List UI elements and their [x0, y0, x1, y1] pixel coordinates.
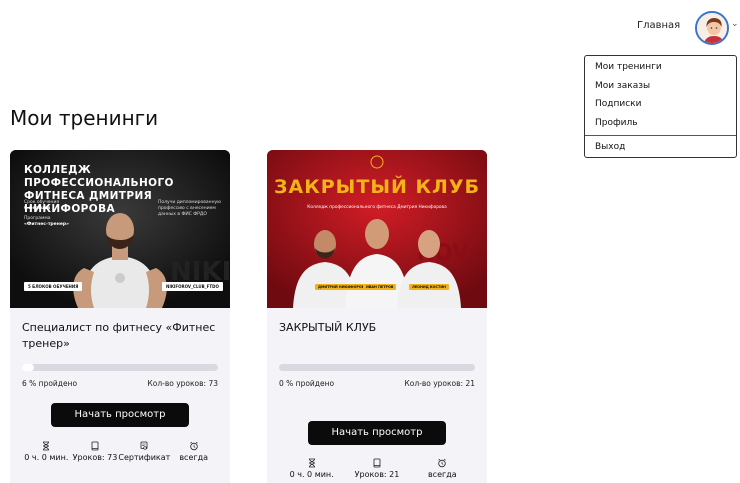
lessons-count: Кол-во уроков: 21 — [404, 379, 475, 388]
cover-tag: ЛЕОНИД КОСТИН — [409, 284, 450, 290]
course-stats: 0 ч. 0 мин. Уроков: 73 Сертификат всегда — [22, 441, 218, 463]
course-stats: 0 ч. 0 мин. Уроков: 21 всегда — [279, 458, 475, 480]
menu-item-profile[interactable]: Профиль — [585, 114, 736, 133]
cover-term: Срок обучения 6 месяцев — [24, 200, 60, 211]
menu-item-my-trainings[interactable]: Мои тренинги — [585, 58, 736, 77]
hourglass-icon — [308, 458, 315, 468]
alarm-clock-icon — [189, 441, 198, 451]
course-title[interactable]: Специалист по фитнесу «Фитнес тренер» — [22, 320, 218, 354]
lessons-count: Кол-во уроков: 73 — [147, 379, 218, 388]
top-navigation: Главная ⌄ — [0, 8, 740, 48]
user-dropdown-menu: Мои тренинги Мои заказы Подписки Профиль… — [584, 55, 737, 158]
cover-badge-blocks: 5 БЛОКОВ ОБУЧЕНИЯ — [24, 282, 83, 291]
stat-duration: 0 ч. 0 мин. — [22, 441, 71, 463]
progress-fill — [22, 364, 34, 371]
stat-duration: 0 ч. 0 мин. — [282, 458, 342, 480]
course-card-body: ЗАКРЫТЫЙ КЛУБ 0 % пройдено Кол-во уроков… — [267, 308, 487, 483]
menu-item-logout[interactable]: Выход — [585, 138, 736, 157]
avatar-illustration — [697, 13, 727, 43]
progress-bar — [22, 364, 218, 371]
stat-access: всегда — [169, 441, 218, 463]
progress-label: 0 % пройдено — [279, 379, 335, 388]
menu-divider — [585, 135, 736, 136]
menu-item-my-orders[interactable]: Мои заказы — [585, 77, 736, 96]
page-title: Мои тренинги — [10, 106, 159, 130]
cover-subtitle: Колледж профессионального фитнеса Дмитри… — [307, 205, 447, 210]
start-watching-button[interactable]: Начать просмотр — [51, 403, 189, 427]
cover-tag: ДМИТРИЙ НИКИФОРОВ — [315, 284, 368, 290]
stat-access: всегда — [412, 458, 472, 480]
user-avatar[interactable] — [695, 11, 729, 45]
progress-meta: 6 % пройдено Кол-во уроков: 73 — [22, 379, 218, 388]
alarm-clock-icon — [438, 458, 447, 468]
progress-meta: 0 % пройдено Кол-во уроков: 21 — [279, 379, 475, 388]
cover-diploma: Получи дипломированную профессию с внесе… — [158, 200, 221, 217]
book-icon — [91, 441, 99, 451]
progress-bar — [279, 364, 475, 371]
hourglass-icon — [43, 441, 50, 451]
cover-badge-handle: NIKIFOROV_CLUB_FTDO — [162, 282, 223, 291]
stat-certificate: Сертификат — [118, 441, 170, 463]
course-card-closed-club: ROV ЗАКРЫТЫЙ КЛУБ Колледж профессиональн… — [267, 150, 487, 483]
menu-item-subscriptions[interactable]: Подписки — [585, 95, 736, 114]
course-cover-image[interactable]: ROV ЗАКРЫТЫЙ КЛУБ Колледж профессиональн… — [267, 150, 487, 308]
progress-label: 6 % пройдено — [22, 379, 78, 388]
course-title[interactable]: ЗАКРЫТЫЙ КЛУБ — [279, 320, 475, 354]
chevron-down-icon[interactable]: ⌄ — [731, 19, 739, 29]
cover-headline: ЗАКРЫТЫЙ КЛУБ — [274, 176, 480, 198]
course-card-body: Специалист по фитнесу «Фитнес тренер» 6 … — [10, 308, 230, 483]
cover-tag: ИВАН ПЕТРОВ — [363, 284, 397, 290]
course-cover-image[interactable]: NIKIFO КОЛЛЕДЖ ПРОФЕССИОНАЛЬНОГО ФИТНЕСА… — [10, 150, 230, 308]
start-watching-button[interactable]: Начать просмотр — [308, 421, 446, 445]
book-icon — [373, 458, 381, 468]
stat-lessons: Уроков: 73 — [71, 441, 120, 463]
nav-home-link[interactable]: Главная — [637, 20, 680, 31]
course-card-fitness: NIKIFO КОЛЛЕДЖ ПРОФЕССИОНАЛЬНОГО ФИТНЕСА… — [10, 150, 230, 483]
cover-program: Программа «Фитнес-тренер» — [24, 216, 69, 227]
stat-lessons: Уроков: 21 — [347, 458, 407, 480]
certificate-icon — [140, 441, 148, 450]
